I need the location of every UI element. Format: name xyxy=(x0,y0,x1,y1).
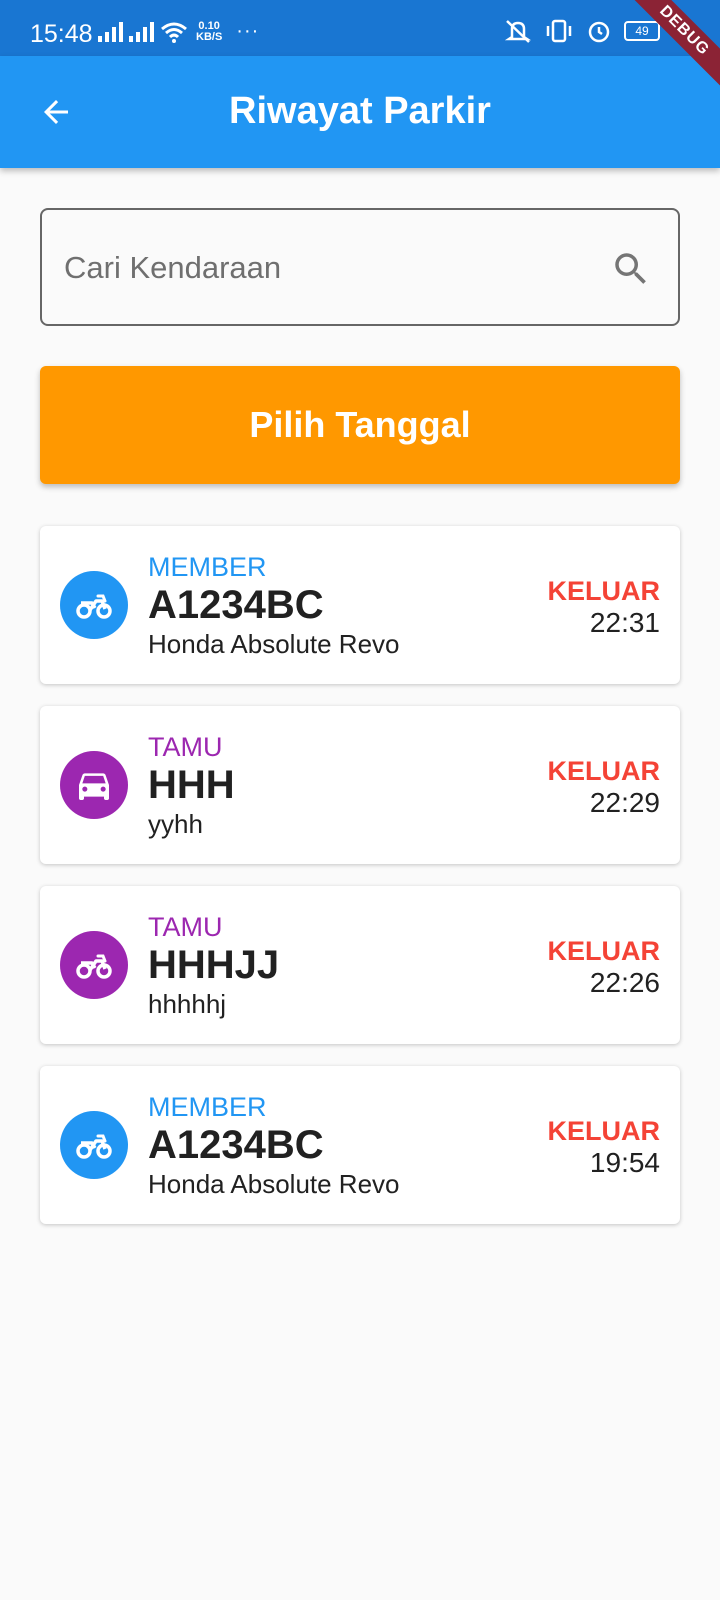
signal-icon-2 xyxy=(129,21,154,42)
search-button[interactable] xyxy=(610,248,652,290)
motorcycle-icon xyxy=(76,954,112,979)
vehicle-category: MEMBER xyxy=(148,552,267,582)
page-title: Riwayat Parkir xyxy=(229,90,491,132)
vehicle-avatar xyxy=(60,571,128,639)
more-dots: ··· xyxy=(236,20,260,42)
notifications-off-icon xyxy=(504,20,532,43)
vehicle-category: TAMU xyxy=(148,912,223,942)
vehicle-model: hhhhhj xyxy=(148,989,227,1019)
history-card-4[interactable]: MEMBER A1234BC Honda Absolute Revo KELUA… xyxy=(40,1066,680,1224)
card-status-block: KELUAR 19:54 xyxy=(548,1116,661,1180)
parking-time: 19:54 xyxy=(589,1147,660,1178)
card-text: MEMBER A1234BC Honda Absolute Revo xyxy=(148,552,400,660)
plate-number: HHHJJ xyxy=(148,943,280,987)
net-speed: 0.10 KB/S xyxy=(196,19,223,43)
card-text: MEMBER A1234BC Honda Absolute Revo xyxy=(148,1092,400,1200)
card-text: TAMU HHH yyhh xyxy=(148,732,235,840)
parking-status: KELUAR xyxy=(547,936,661,966)
parking-time: 22:26 xyxy=(589,967,660,998)
card-status-block: KELUAR 22:26 xyxy=(548,936,661,1000)
vehicle-model: yyhh xyxy=(148,809,203,839)
vehicle-model: Honda Absolute Revo xyxy=(148,1169,400,1199)
history-card-1[interactable]: MEMBER A1234BC Honda Absolute Revo KELUA… xyxy=(40,526,680,684)
vehicle-category: TAMU xyxy=(148,732,223,762)
card-status-block: KELUAR 22:31 xyxy=(548,576,661,640)
plate-number: HHH xyxy=(148,763,235,807)
search-icon xyxy=(615,253,646,284)
net-speed-value: 0.10 xyxy=(198,19,220,32)
vehicle-model: Honda Absolute Revo xyxy=(148,629,400,659)
search-field[interactable] xyxy=(40,208,680,326)
status-time: 15:48 xyxy=(30,20,93,48)
parking-status: KELUAR xyxy=(547,576,661,606)
car-icon xyxy=(79,773,109,800)
vehicle-avatar xyxy=(60,1111,128,1179)
wifi-icon xyxy=(161,22,187,43)
motorcycle-icon xyxy=(76,1134,112,1159)
history-card-2[interactable]: TAMU HHH yyhh KELUAR 22:29 xyxy=(40,706,680,864)
app-bar: Riwayat Parkir xyxy=(0,56,720,168)
battery-level: 49 xyxy=(635,24,649,38)
battery-icon: 49 xyxy=(624,21,660,41)
search-input[interactable] xyxy=(64,240,624,296)
vehicle-avatar xyxy=(60,751,128,819)
history-list: MEMBER A1234BC Honda Absolute Revo KELUA… xyxy=(40,526,680,1246)
history-card-3[interactable]: TAMU HHHJJ hhhhhj KELUAR 22:26 xyxy=(40,886,680,1044)
pick-date-button[interactable]: Pilih Tanggal xyxy=(40,366,680,484)
parking-status: KELUAR xyxy=(547,756,661,786)
parking-status: KELUAR xyxy=(547,1116,661,1146)
card-status-block: KELUAR 22:29 xyxy=(548,756,661,820)
vehicle-category: MEMBER xyxy=(148,1092,267,1122)
parking-time: 22:31 xyxy=(589,607,660,638)
card-text: TAMU HHHJJ hhhhhj xyxy=(148,912,279,1020)
vibrate-icon xyxy=(546,19,572,43)
status-left-icons: 0.10 KB/S ··· xyxy=(98,20,259,43)
signal-icon xyxy=(98,21,123,42)
plate-number: A1234BC xyxy=(148,1123,324,1167)
plate-number: A1234BC xyxy=(148,583,324,627)
parking-time: 22:29 xyxy=(589,787,660,818)
status-bar: 15:48 0.10 KB/S ··· 49 xyxy=(0,0,720,56)
net-speed-unit: KB/S xyxy=(196,30,223,43)
motorcycle-icon xyxy=(76,594,112,619)
alarm-icon xyxy=(588,21,610,43)
vehicle-avatar xyxy=(60,931,128,999)
